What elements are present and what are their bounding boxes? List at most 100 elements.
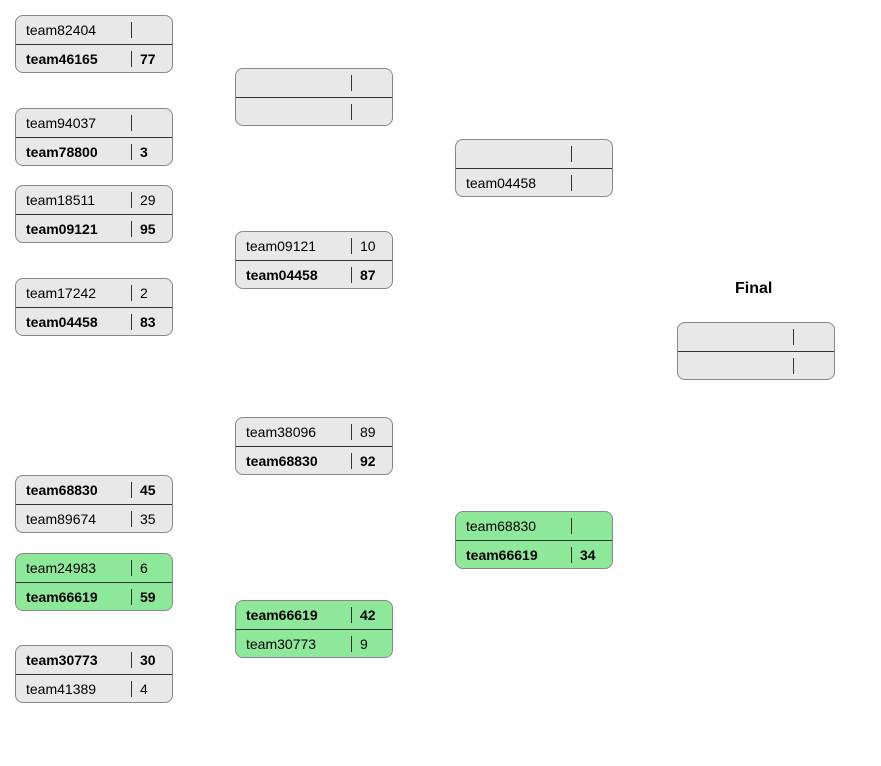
match-row: team41389 4 xyxy=(16,674,172,702)
team-name: team94037 xyxy=(26,115,123,131)
team-score: 42 xyxy=(360,607,382,623)
team-name: team66619 xyxy=(466,547,563,563)
match-row: team94037 xyxy=(16,109,172,137)
team-name: team18511 xyxy=(26,192,123,208)
score-divider xyxy=(131,681,132,697)
match-row: team0445883 xyxy=(16,307,172,335)
team-name: team04458 xyxy=(246,267,343,283)
team-score: 87 xyxy=(360,267,382,283)
match-box: team17242 2 team0445883 xyxy=(15,278,173,336)
match-row: team46165 77 xyxy=(16,44,172,72)
match-row xyxy=(236,97,392,125)
score-divider xyxy=(571,175,572,191)
team-score: 30 xyxy=(140,652,162,668)
score-divider xyxy=(131,192,132,208)
team-score: 3 xyxy=(140,144,162,160)
match-row: team04458 xyxy=(456,168,612,196)
team-name: team68830 xyxy=(246,453,343,469)
team-score: 10 xyxy=(360,238,382,254)
team-score: 35 xyxy=(140,511,162,527)
score-divider xyxy=(793,358,794,374)
match-row: team24983 6 xyxy=(16,554,172,582)
match-box: team18511 29 team09121 95 xyxy=(15,185,173,243)
match-box: team38096 89 team68830 92 xyxy=(235,417,393,475)
score-divider xyxy=(351,75,352,91)
match-row xyxy=(678,351,834,379)
match-box: team24983 6 team6661959 xyxy=(15,553,173,611)
score-divider xyxy=(131,652,132,668)
team-score: 4 xyxy=(140,681,162,697)
match-box xyxy=(235,68,393,126)
team-name: team30773 xyxy=(246,636,343,652)
match-row: team66619 42 xyxy=(236,601,392,629)
score-divider xyxy=(131,51,132,67)
score-divider xyxy=(131,511,132,527)
match-row: team18511 29 xyxy=(16,186,172,214)
team-name: team04458 xyxy=(26,314,123,330)
match-row: team78800 3 xyxy=(16,137,172,165)
team-name: team17242 xyxy=(26,285,123,301)
match-row: team8967435 xyxy=(16,504,172,532)
score-divider xyxy=(131,285,132,301)
team-score: 34 xyxy=(580,547,602,563)
score-divider xyxy=(131,314,132,330)
team-name: team82404 xyxy=(26,22,123,38)
score-divider xyxy=(571,146,572,162)
team-name: team30773 xyxy=(26,652,123,668)
match-box: team94037 team78800 3 xyxy=(15,108,173,166)
match-row: team6661959 xyxy=(16,582,172,610)
team-score: 89 xyxy=(360,424,382,440)
team-name: team38096 xyxy=(246,424,343,440)
score-divider xyxy=(131,482,132,498)
match-box: team66619 42 team30773 9 xyxy=(235,600,393,658)
final-label: Final xyxy=(735,280,772,298)
match-row: team30773 9 xyxy=(236,629,392,657)
match-box: team6883045team8967435 xyxy=(15,475,173,533)
team-name: team66619 xyxy=(246,607,343,623)
match-box: team30773 30 team41389 4 xyxy=(15,645,173,703)
team-name: team09121 xyxy=(246,238,343,254)
match-row: team09121 10 xyxy=(236,232,392,260)
score-divider xyxy=(351,267,352,283)
team-score: 45 xyxy=(140,482,162,498)
team-score: 2 xyxy=(140,285,162,301)
score-divider xyxy=(571,518,572,534)
score-divider xyxy=(131,144,132,160)
match-row: team66619 34 xyxy=(456,540,612,568)
score-divider xyxy=(351,607,352,623)
score-divider xyxy=(131,589,132,605)
match-row xyxy=(678,323,834,351)
score-divider xyxy=(793,329,794,345)
match-row: team04458 87 xyxy=(236,260,392,288)
score-divider xyxy=(351,238,352,254)
score-divider xyxy=(131,22,132,38)
team-score: 9 xyxy=(360,636,382,652)
match-row: team68830 xyxy=(456,512,612,540)
score-divider xyxy=(351,424,352,440)
match-box: team04458 xyxy=(455,139,613,197)
team-name: team09121 xyxy=(26,221,123,237)
score-divider xyxy=(351,104,352,120)
team-name: team24983 xyxy=(26,560,123,576)
team-name: team78800 xyxy=(26,144,123,160)
team-score: 92 xyxy=(360,453,382,469)
match-row: team38096 89 xyxy=(236,418,392,446)
score-divider xyxy=(131,221,132,237)
team-score: 77 xyxy=(140,51,162,67)
match-row: team6883045 xyxy=(16,476,172,504)
score-divider xyxy=(571,547,572,563)
team-name: team46165 xyxy=(26,51,123,67)
match-box xyxy=(677,322,835,380)
team-name: team41389 xyxy=(26,681,123,697)
match-box: team82404 team46165 77 xyxy=(15,15,173,73)
team-score: 6 xyxy=(140,560,162,576)
team-name: team04458 xyxy=(466,175,563,191)
team-name: team68830 xyxy=(466,518,563,534)
score-divider xyxy=(351,453,352,469)
team-score: 29 xyxy=(140,192,162,208)
match-row xyxy=(236,69,392,97)
score-divider xyxy=(131,115,132,131)
match-box: team68830 team66619 34 xyxy=(455,511,613,569)
team-score: 95 xyxy=(140,221,162,237)
match-row: team30773 30 xyxy=(16,646,172,674)
